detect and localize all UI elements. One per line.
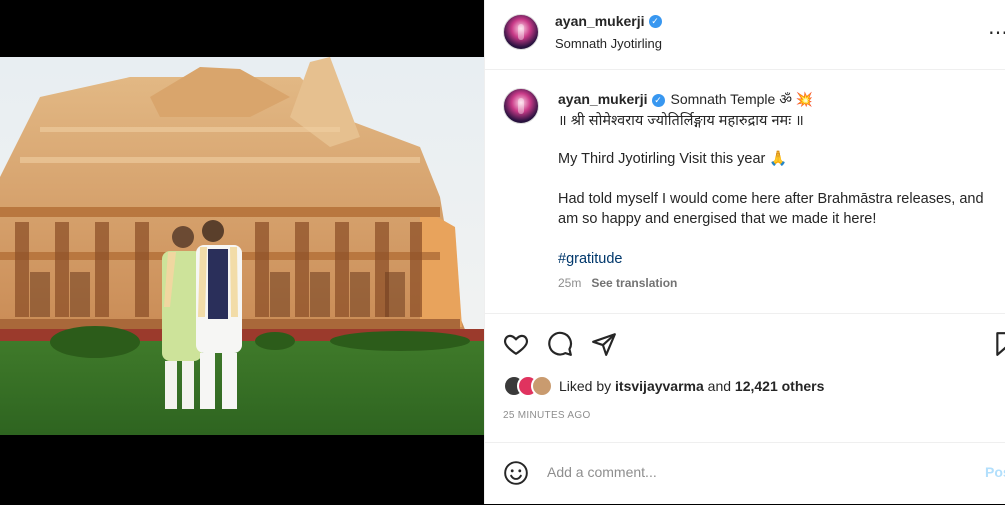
hashtag-link[interactable]: #gratitude [558, 249, 998, 269]
liker-avatar[interactable] [531, 375, 553, 397]
caption-location: Somnath Temple ॐ 💥 [670, 91, 814, 107]
comment-input[interactable] [545, 463, 929, 481]
post-comment-button[interactable]: Pos [985, 464, 1005, 480]
likes-conj: and [707, 378, 732, 394]
see-translation-button[interactable]: See translation [591, 276, 677, 290]
author-username[interactable]: ayan_mukerji [555, 13, 645, 29]
post-photo[interactable] [0, 57, 484, 435]
post-timestamp[interactable]: 25 MINUTES AGO [503, 410, 591, 421]
bookmark-icon[interactable] [993, 331, 1005, 357]
like-heart-icon[interactable] [503, 331, 529, 357]
comment-bar: Pos [485, 442, 1005, 505]
share-icon[interactable] [591, 331, 617, 357]
post-location[interactable]: Somnath Jyotirling [555, 36, 662, 51]
post-image-panel [0, 0, 484, 504]
caption-line-2: My Third Jyotirling Visit this year 🙏 [558, 151, 788, 167]
comment-icon[interactable] [547, 331, 573, 357]
caption-body: ॥ श्री सोमेश्वराय ज्योतिर्लिङ्गाय महारुद… [558, 111, 998, 289]
likes-others-count[interactable]: 12,421 others [735, 378, 825, 394]
caption-line-3: Had told myself I would come here after … [558, 191, 984, 227]
verified-badge-icon: ✓ [651, 93, 665, 107]
ellipsis-icon[interactable]: ⋯ [988, 20, 1005, 45]
likes-prefix: Liked by [559, 378, 612, 394]
verified-badge-icon: ✓ [648, 15, 662, 29]
caption-meta: 25m See translation [558, 276, 677, 290]
action-bar [485, 313, 1005, 374]
caption-username[interactable]: ayan_mukerji [558, 91, 648, 107]
post-sidebar: ayan_mukerji ✓ Somnath Jyotirling ⋯ ayan_… [484, 0, 1005, 504]
caption-sanskrit: ॥ श्री सोमेश्वराय ज्योतिर्लिङ्गाय महारुद… [558, 113, 804, 129]
post-caption: ayan_mukerji ✓ Somnath Temple ॐ 💥 ॥ श्री स… [485, 70, 1005, 313]
post-header: ayan_mukerji ✓ Somnath Jyotirling ⋯ [485, 0, 1005, 70]
liker-username[interactable]: itsvijayvarma [615, 378, 704, 394]
author-avatar[interactable] [503, 14, 539, 50]
emoji-icon[interactable] [503, 460, 529, 486]
caption-avatar[interactable] [503, 88, 539, 124]
caption-age: 25m [558, 276, 582, 290]
likes-summary: Liked by itsvijayvarma and 12,421 others [503, 375, 824, 397]
